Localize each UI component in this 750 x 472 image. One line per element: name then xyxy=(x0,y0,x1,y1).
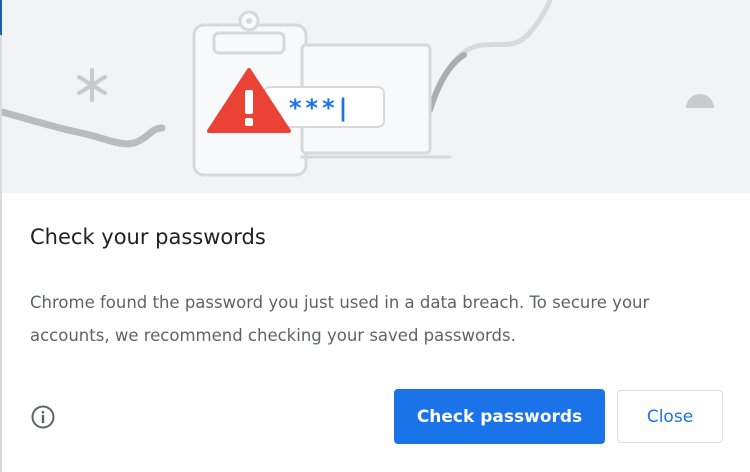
dialog-title: Check your passwords xyxy=(30,225,266,249)
decor-curve-right-dark xyxy=(427,52,467,113)
decor-wave-left xyxy=(2,108,166,148)
asterisk-decor-icon xyxy=(77,68,107,102)
info-icon xyxy=(31,405,55,429)
info-button[interactable] xyxy=(30,404,56,430)
close-button[interactable]: Close xyxy=(617,390,723,443)
illustration-banner: ***| xyxy=(2,0,750,193)
dialog-message: Chrome found the password you just used … xyxy=(30,293,650,345)
decor-curve-right xyxy=(427,0,553,113)
check-passwords-button[interactable]: Check passwords xyxy=(394,389,605,444)
masked-password: ***| xyxy=(289,94,351,122)
password-breach-illustration: ***| xyxy=(2,0,714,177)
semicircle-decor-icon xyxy=(686,94,714,108)
password-check-dialog: ***| Check your passwords Chrome found t… xyxy=(0,0,750,472)
